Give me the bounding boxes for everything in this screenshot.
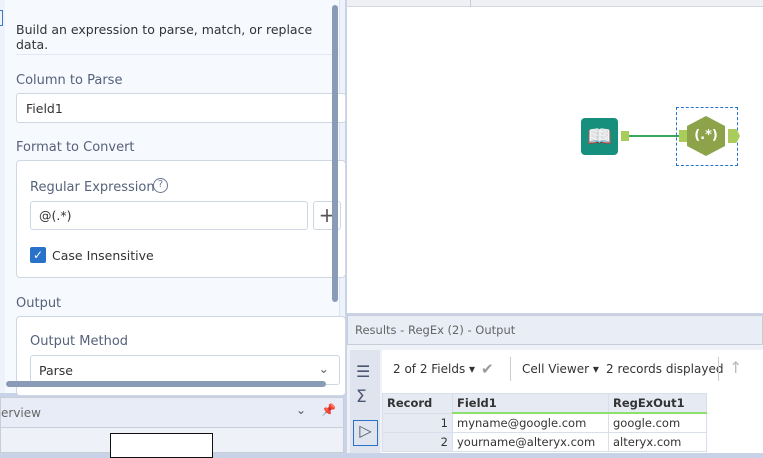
cell[interactable]: google.com <box>608 412 707 433</box>
output-anchor[interactable] <box>621 131 629 141</box>
results-table: Record Field1 RegExOut1 1 myname@google.… <box>382 393 707 452</box>
divider <box>16 54 340 55</box>
record-cell: 2 <box>382 432 453 452</box>
output-anchor[interactable] <box>728 129 740 143</box>
column-header[interactable]: Field1 <box>452 393 609 414</box>
pin-icon[interactable]: 📌 <box>321 403 336 417</box>
output-label: Output <box>16 296 62 311</box>
fields-dropdown[interactable]: 2 of 2 Fields ▾ <box>393 362 475 376</box>
regex-value: @(.*) <box>39 208 72 223</box>
results-title: Results - RegEx (2) - Output <box>355 323 516 337</box>
records-count: 2 records displayed <box>606 362 724 376</box>
table-header: Record Field1 RegExOut1 <box>382 393 707 414</box>
table-row[interactable]: 1 myname@google.com google.com <box>382 412 707 433</box>
column-select[interactable]: Field1 <box>16 93 346 123</box>
results-sidebar: ☰ Σ ▷ <box>350 350 380 453</box>
config-panel: Build an expression to parse, match, or … <box>0 0 346 396</box>
results-panel: Results - RegEx (2) - Output ☰ Σ ▷ 2 of … <box>347 315 763 453</box>
cell[interactable]: myname@google.com <box>452 412 609 433</box>
cell-viewer-label: Cell Viewer <box>522 362 590 376</box>
description: Build an expression to parse, match, or … <box>16 22 313 52</box>
input-anchor[interactable] <box>679 130 687 142</box>
column-header[interactable]: RegExOut1 <box>608 393 707 414</box>
workflow-canvas[interactable]: 📖 (.*) <box>347 0 763 313</box>
chevron-down-icon[interactable]: ⌄ <box>296 403 306 417</box>
output-method-label: Output Method <box>30 334 129 349</box>
table-view-icon[interactable]: ☰ <box>356 362 370 381</box>
case-checkbox[interactable]: ✓ <box>30 247 46 263</box>
input-data-tool-icon[interactable]: 📖 <box>581 118 618 155</box>
horizontal-scrollbar[interactable] <box>6 381 326 387</box>
regex-config: Build an expression to parse, match, or … <box>5 0 346 396</box>
vertical-scrollbar[interactable] <box>332 5 338 302</box>
cell-viewer-dropdown[interactable]: Cell Viewer ▾ <box>522 362 599 376</box>
help-icon[interactable]: ? <box>153 178 168 193</box>
column-value: Field1 <box>26 101 63 116</box>
format-card: Regular Expression ? @(.*) + ✓ Case Inse… <box>16 160 346 278</box>
fields-label: 2 of 2 Fields <box>393 362 466 376</box>
output-method-value: Parse <box>39 363 73 378</box>
output-view-icon[interactable]: ▷ <box>353 420 378 446</box>
record-cell: 1 <box>382 412 453 433</box>
table-row[interactable]: 2 yourname@alteryx.com alteryx.com <box>382 432 707 452</box>
panel-edge <box>0 10 3 26</box>
regex-input[interactable]: @(.*) <box>30 201 308 230</box>
overview-title: erview <box>1 406 41 420</box>
check-icon[interactable]: ✔ <box>481 360 494 378</box>
cell[interactable]: yourname@alteryx.com <box>452 432 609 452</box>
column-header[interactable]: Record <box>382 393 453 414</box>
column-label: Column to Parse <box>16 73 123 88</box>
sigma-icon[interactable]: Σ <box>356 387 367 407</box>
overview-panel: erview ⌄ 📌 <box>0 397 344 458</box>
regex-label: Regular Expression <box>30 180 155 195</box>
format-label: Format to Convert <box>16 140 135 155</box>
overview-viewport[interactable] <box>110 433 213 458</box>
arrow-up-icon[interactable]: ↑ <box>729 358 742 377</box>
connection-line <box>629 135 679 137</box>
case-label: Case Insensitive <box>52 248 154 263</box>
chevron-down-icon: ⌄ <box>318 361 329 376</box>
cell[interactable]: alteryx.com <box>608 432 707 452</box>
